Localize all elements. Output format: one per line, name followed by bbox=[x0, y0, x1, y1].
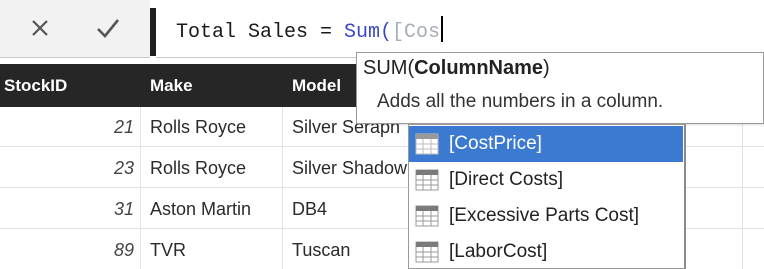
cell-make: Rolls Royce bbox=[150, 117, 247, 137]
cell-stockid: 31 bbox=[113, 199, 134, 219]
cell-stockid: 21 bbox=[113, 117, 134, 137]
function-signature-tooltip: SUM(ColumnName) Adds all the numbers in … bbox=[356, 52, 764, 124]
autocomplete-item[interactable]: [CostPrice] bbox=[409, 126, 683, 162]
cell-stockid: 89 bbox=[113, 240, 134, 260]
text-caret bbox=[441, 16, 444, 42]
tooltip-signature: SUM(ColumnName) bbox=[363, 57, 550, 80]
formula-prefix: Total Sales = bbox=[176, 21, 345, 44]
formula-input[interactable]: Total Sales = Sum([Cos bbox=[156, 0, 764, 58]
autocomplete-item[interactable]: [Direct Costs] bbox=[409, 162, 683, 198]
column-header-model[interactable]: Model bbox=[292, 64, 341, 107]
column-icon bbox=[415, 241, 439, 263]
formula-function: Sum( bbox=[344, 21, 393, 44]
formula-bar-buttons bbox=[0, 0, 150, 58]
column-icon bbox=[415, 169, 439, 191]
tooltip-close-paren: ) bbox=[543, 57, 550, 79]
cancel-button[interactable] bbox=[22, 8, 58, 48]
cell-make: TVR bbox=[150, 240, 186, 260]
autocomplete-item-label: [CostPrice] bbox=[449, 133, 542, 154]
autocomplete-item-label: [LaborCost] bbox=[449, 241, 548, 262]
cell-make: Rolls Royce bbox=[150, 158, 247, 178]
tooltip-function-name: SUM( bbox=[363, 57, 415, 79]
column-icon bbox=[415, 205, 439, 227]
tooltip-description: Adds all the numbers in a column. bbox=[377, 91, 664, 112]
column-header-make[interactable]: Make bbox=[150, 64, 193, 107]
close-icon bbox=[32, 20, 48, 36]
column-divider bbox=[742, 107, 743, 269]
commit-button[interactable] bbox=[90, 8, 126, 48]
checkmark-icon bbox=[97, 19, 120, 38]
autocomplete-item-label: [Excessive Parts Cost] bbox=[449, 205, 640, 226]
autocomplete-item[interactable]: [Excessive Parts Cost] bbox=[409, 198, 683, 234]
column-divider bbox=[282, 107, 283, 269]
formula-text[interactable]: Total Sales = Sum([Cos bbox=[176, 16, 444, 44]
autocomplete-item-label: [Direct Costs] bbox=[449, 169, 564, 190]
cell-model: DB4 bbox=[292, 199, 328, 219]
cell-model: Tuscan bbox=[292, 240, 351, 260]
column-header-stockid[interactable]: StockID bbox=[4, 64, 67, 107]
autocomplete-list: [CostPrice] [Direct Costs] [Excessive Pa… bbox=[408, 124, 686, 269]
formula-bar: Total Sales = Sum([Cos bbox=[0, 0, 764, 58]
autocomplete-item[interactable]: [LaborCost] bbox=[409, 234, 683, 269]
column-icon bbox=[415, 133, 439, 155]
cell-make: Aston Martin bbox=[150, 199, 252, 219]
cell-model: Silver Shadow bbox=[292, 158, 408, 178]
column-divider bbox=[140, 107, 141, 269]
cell-stockid: 23 bbox=[113, 158, 134, 178]
formula-argument: [Cos bbox=[392, 21, 441, 44]
tooltip-parameter: ColumnName bbox=[414, 57, 544, 79]
